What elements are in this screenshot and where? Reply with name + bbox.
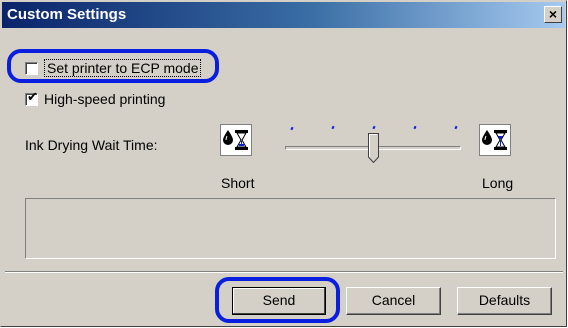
callout-highlight-send: [215, 277, 340, 323]
slider-min-label: Short: [221, 175, 255, 191]
slider-max-label: Long: [482, 175, 514, 191]
ink-drying-slider-thumb[interactable]: [368, 133, 379, 164]
close-icon: ×: [548, 6, 558, 22]
slider-tick: [454, 125, 458, 130]
slider-tick: [372, 125, 376, 130]
slider-tick: [290, 126, 294, 131]
custom-settings-dialog: Custom Settings × Set printer to ECP mod…: [0, 0, 567, 327]
checkmark-icon: ✔: [27, 89, 38, 105]
status-message-area: [25, 198, 556, 259]
cancel-button[interactable]: Cancel: [346, 287, 441, 315]
title-bar[interactable]: Custom Settings ×: [2, 2, 565, 28]
dialog-title: Custom Settings: [7, 6, 127, 23]
defaults-button[interactable]: Defaults: [457, 287, 552, 315]
slider-tick: [331, 125, 335, 130]
callout-highlight-ecp: [7, 49, 219, 83]
ink-drying-label: Ink Drying Wait Time:: [25, 137, 158, 153]
slider-tick: [413, 125, 417, 130]
high-speed-option[interactable]: ✔ High-speed printing: [25, 91, 165, 107]
ink-drop-hourglass-icon: [479, 124, 511, 156]
ink-drop-hourglass-icon: [220, 124, 252, 156]
high-speed-label: High-speed printing: [44, 91, 166, 107]
divider: [5, 271, 563, 273]
high-speed-checkbox[interactable]: ✔: [25, 89, 38, 106]
close-button[interactable]: ×: [544, 6, 562, 23]
